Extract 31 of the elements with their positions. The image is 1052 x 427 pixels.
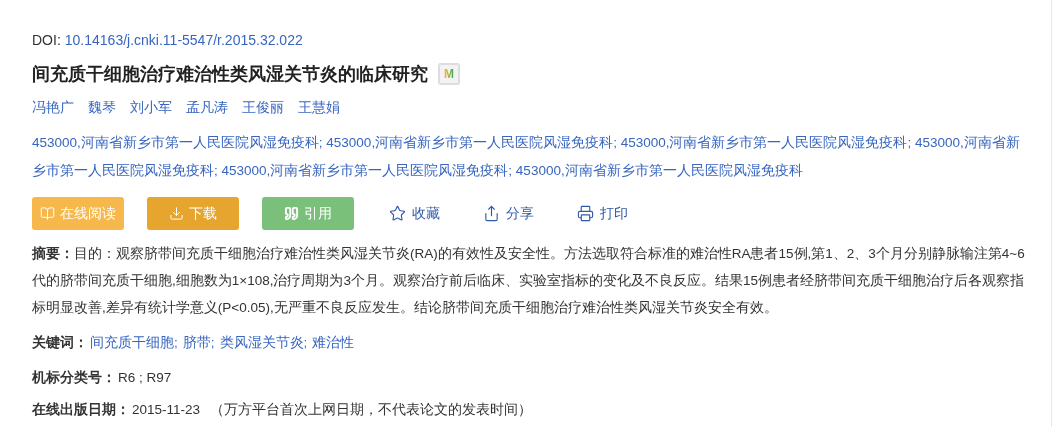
action-link[interactable]: 打印: [569, 197, 636, 230]
classification-value: R6 ; R97: [118, 369, 172, 387]
action-link[interactable]: 分享: [475, 197, 542, 230]
star-icon: [389, 205, 406, 222]
quote-icon: [284, 206, 299, 221]
download-icon: [169, 206, 184, 221]
keyword-link[interactable]: 类风湿关节炎;: [219, 333, 308, 353]
author-link[interactable]: 魏琴: [88, 97, 116, 117]
share-icon: [483, 205, 500, 222]
publish-date-note: （万方平台首次上网日期，不代表论文的发表时间）: [210, 401, 533, 419]
author-link[interactable]: 冯艳广: [32, 97, 74, 117]
classification-label: 机标分类号：: [32, 369, 116, 387]
badge-icon: M: [438, 63, 460, 85]
author-link[interactable]: 王俊丽: [242, 97, 284, 117]
publish-date-label: 在线出版日期：: [32, 401, 130, 419]
doi-label: DOI:: [32, 31, 61, 50]
author-link[interactable]: 王慧娟: [298, 97, 340, 117]
action-link[interactable]: 收藏: [381, 197, 448, 230]
keyword-link[interactable]: 难治性: [312, 333, 355, 353]
printer-icon: [577, 205, 594, 222]
author-link[interactable]: 孟凡涛: [186, 97, 228, 117]
doi-link[interactable]: 10.14163/j.cnki.11-5547/r.2015.32.022: [64, 30, 303, 50]
keywords-label: 关键词：: [32, 334, 88, 352]
affiliation-list[interactable]: 453000,河南省新乡市第一人民医院风湿免疫科; 453000,河南省新乡市第一人民医院风湿免疫科; 453000,河南省新乡市第一人民医院风湿免疫科; 453000,河南省新乡市第一人民医院风湿免疫科; 453000,河南省新乡市第一人民医院风湿免疫科; 453000,河南省新乡市第一人民医院风湿免疫科: [32, 129, 1031, 185]
keyword-link[interactable]: 脐带;: [182, 333, 215, 353]
author-link[interactable]: 刘小军: [130, 97, 172, 117]
abstract-text: 摘要：目的：观察脐带间充质干细胞治疗难治性类风湿关节炎(RA)的有效性及安全性。方法选取符合标准的难治性RA患者15例,第1、2、3个月分别静脉输注第4~6代的脐带间充质干细胞,细胞数为1×108,治疗周期为3个月。观察治疗前后临床、实验室指标的变化及不良反应。结果15例患者经脐带间充质干细胞治疗后各观察指标明显改善,差异有统计学意义(P<0.05),无严重不良反应发生。结论脐带间充质干细胞治疗难治性类风湿关节炎安全有效。: [32, 245, 1026, 317]
article-title: 间充质干细胞治疗难治性类风湿关节炎的临床研究: [32, 63, 428, 86]
publish-date-value: 2015-11-23: [132, 401, 201, 419]
book-icon: [40, 206, 55, 221]
keyword-link[interactable]: 间充质干细胞;: [90, 333, 178, 353]
